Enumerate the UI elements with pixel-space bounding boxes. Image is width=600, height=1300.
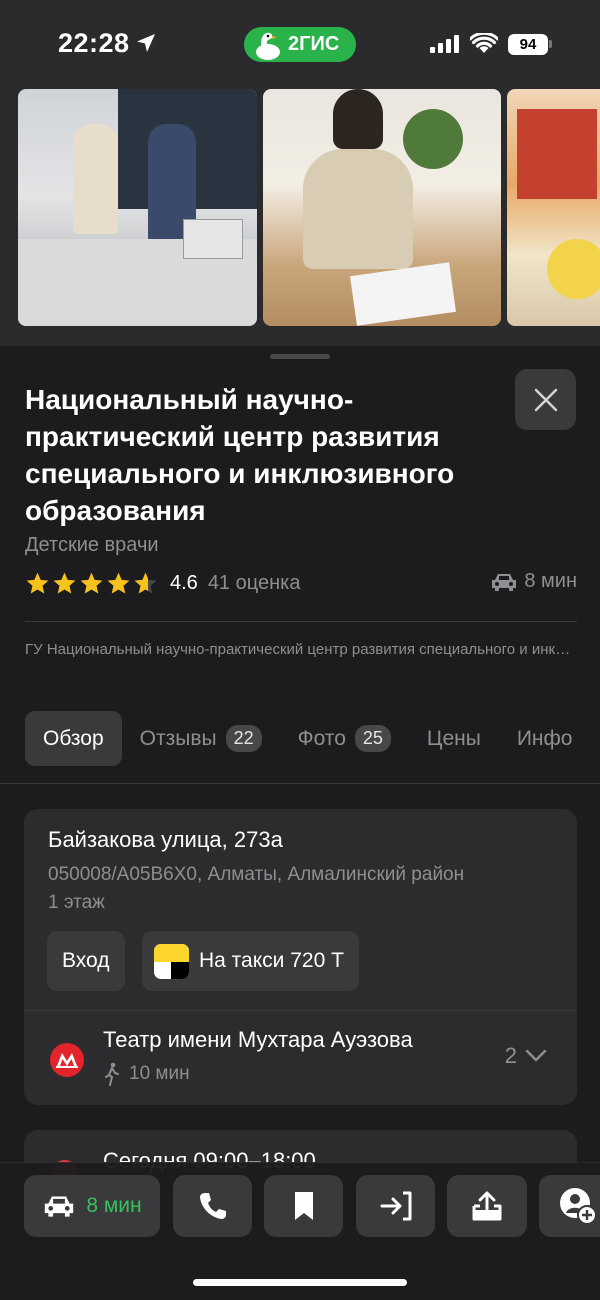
add-contact-button[interactable] xyxy=(539,1175,600,1237)
place-title: Национальный научно-практический центр р… xyxy=(25,384,455,526)
place-category: Детские врачи xyxy=(25,534,159,556)
goose-logo-icon xyxy=(256,32,280,60)
star-icon xyxy=(80,572,103,593)
location-arrow-icon xyxy=(137,34,155,52)
brand-name: 2ГИС xyxy=(288,33,340,55)
photo-person-a xyxy=(73,124,118,234)
tab-label: Отзывы xyxy=(139,726,217,750)
battery-tip xyxy=(549,40,552,48)
route-button[interactable]: 8 мин xyxy=(24,1175,160,1237)
phone-icon xyxy=(199,1193,226,1219)
cellular-signal-icon xyxy=(430,35,459,53)
address-card: Байзакова улица, 273а 050008/A05B6X0, Ал… xyxy=(24,809,577,1105)
card-divider xyxy=(24,1010,577,1011)
car-icon xyxy=(45,1196,74,1217)
tab-overview[interactable]: Обзор xyxy=(25,711,122,766)
add-contact-icon xyxy=(560,1188,597,1225)
metro-icon xyxy=(50,1043,84,1077)
tab-badge: 25 xyxy=(354,725,391,752)
star-icon xyxy=(134,572,157,593)
photo-papers xyxy=(350,262,456,326)
drive-time-label: 8 мин xyxy=(524,570,577,592)
photo-laptop xyxy=(183,219,243,259)
taxi-button[interactable]: На такси 720 Т xyxy=(142,931,359,991)
tab-label: Цены xyxy=(426,726,481,750)
chevron-down-icon xyxy=(525,1049,547,1062)
photo-head xyxy=(333,89,383,149)
gallery-photo-3[interactable] xyxy=(507,89,600,326)
photo-gallery[interactable] xyxy=(0,86,600,346)
status-time: 22:28 xyxy=(58,28,130,58)
sheet-grabber[interactable] xyxy=(270,354,330,359)
place-sheet: Национальный научно-практический центр р… xyxy=(0,346,600,1300)
metro-more-count: 2 xyxy=(504,1043,517,1068)
share-icon xyxy=(472,1191,502,1221)
address-details: 050008/A05B6X0, Алматы, Алмалинский райо… xyxy=(48,861,558,917)
tab-info[interactable]: Инфо xyxy=(499,711,591,766)
entrance-label: Вход xyxy=(62,949,110,972)
tab-badge: 22 xyxy=(225,725,262,752)
rating-row[interactable]: 4.6 41 оценка 8 мин xyxy=(25,568,577,598)
star-icon xyxy=(107,572,130,593)
brand-badge[interactable]: 2ГИС xyxy=(244,27,356,62)
battery-level: 94 xyxy=(508,34,548,55)
bookmark-button[interactable] xyxy=(264,1175,343,1237)
home-indicator[interactable] xyxy=(193,1279,407,1286)
address-postal: 050008/A05B6X0, Алматы, Алмалинский райо… xyxy=(48,864,465,885)
bookmark-icon xyxy=(294,1192,313,1220)
divider xyxy=(25,621,577,622)
taxi-label: На такси 720 Т xyxy=(199,949,344,972)
photo-person-c xyxy=(303,149,413,269)
gallery-photo-1[interactable] xyxy=(18,89,257,326)
rating-stars xyxy=(25,571,158,596)
photo-shelf xyxy=(517,109,597,199)
address-floor: 1 этаж xyxy=(48,892,105,913)
address-street[interactable]: Байзакова улица, 273а xyxy=(48,827,283,853)
taxi-logo-icon xyxy=(154,943,189,979)
car-icon xyxy=(492,573,517,591)
tab-reviews[interactable]: Отзывы 22 xyxy=(122,711,280,766)
rating-value: 4.6 xyxy=(170,571,198,594)
tab-label: Обзор xyxy=(43,726,104,750)
tab-label: Фото xyxy=(297,726,346,750)
star-icon xyxy=(26,572,49,593)
metro-walk: 10 мин xyxy=(103,1062,190,1086)
tab-label: Инфо xyxy=(516,726,573,750)
walking-icon xyxy=(105,1062,119,1086)
wifi-icon xyxy=(470,33,498,53)
tabs-divider xyxy=(0,783,600,784)
metro-more-button[interactable]: 2 xyxy=(505,1043,547,1069)
star-icon xyxy=(53,572,76,593)
tab-photos[interactable]: Фото 25 xyxy=(280,711,409,766)
status-bar: 22:28 2ГИС 94 xyxy=(0,0,600,86)
drive-time[interactable]: 8 мин xyxy=(490,570,577,593)
legal-name: ГУ Национальный научно-практический цент… xyxy=(25,641,577,658)
tab-bar: Обзор Отзывы 22 Фото 25 Цены Инфо xyxy=(25,711,600,766)
route-time: 8 мин xyxy=(86,1194,142,1217)
photo-flower xyxy=(547,239,600,299)
metro-walk-time: 10 мин xyxy=(129,1063,190,1084)
close-button[interactable] xyxy=(515,369,576,430)
photo-plant xyxy=(403,109,463,169)
gallery-photo-2[interactable] xyxy=(263,89,501,326)
tab-prices[interactable]: Цены xyxy=(409,711,499,766)
entrance-button[interactable]: Вход xyxy=(47,931,125,991)
close-icon xyxy=(534,388,557,411)
entrance-action-button[interactable] xyxy=(356,1175,435,1237)
call-button[interactable] xyxy=(173,1175,252,1237)
entrance-icon xyxy=(380,1191,411,1221)
share-button[interactable] xyxy=(447,1175,527,1237)
rating-count: 41 оценка xyxy=(207,571,301,594)
metro-station[interactable]: Театр имени Мухтара Ауэзова xyxy=(103,1027,413,1053)
